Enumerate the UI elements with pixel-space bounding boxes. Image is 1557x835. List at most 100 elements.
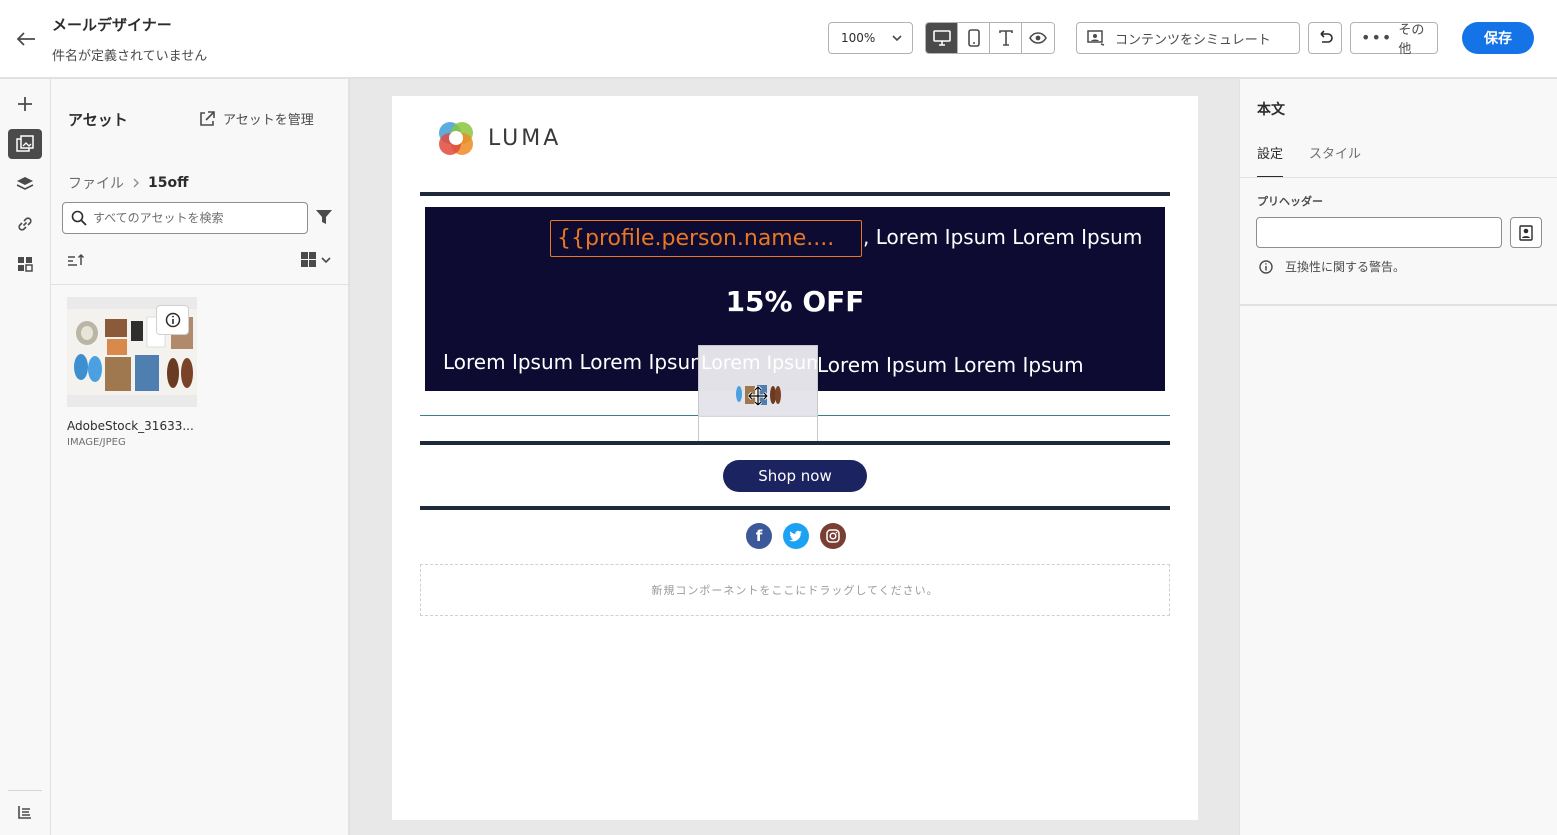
manage-assets-label: アセットを管理	[223, 113, 314, 128]
asset-thumbnail[interactable]	[67, 297, 197, 407]
drag-ghost-text: Lorem Ipsum	[701, 352, 817, 374]
properties-divider	[1240, 177, 1557, 178]
view-desktop-button[interactable]	[926, 23, 958, 53]
component-drop-zone[interactable]: 新規コンポーネントをここにドラッグしてください。	[420, 564, 1170, 616]
personalization-button[interactable]	[1510, 217, 1542, 248]
open-external-icon	[200, 110, 215, 126]
zoom-select[interactable]: 100%	[828, 22, 913, 54]
facebook-icon[interactable]: f	[746, 523, 772, 549]
twitter-bird-glyph	[789, 530, 802, 542]
sort-button[interactable]	[67, 252, 85, 271]
filter-button[interactable]	[315, 208, 333, 230]
save-button[interactable]: 保存	[1462, 22, 1534, 54]
asset-type: IMAGE/JPEG	[67, 437, 126, 448]
properties-panel: 本文 設定 スタイル プリヘッダー 互換性に関する警告。	[1239, 79, 1557, 835]
layers-icon	[16, 177, 34, 190]
simulate-content-button[interactable]: コンテンツをシミュレート	[1076, 22, 1300, 54]
view-preview-button[interactable]	[1022, 23, 1054, 53]
tab-settings[interactable]: 設定	[1257, 143, 1284, 178]
add-component-button[interactable]	[8, 89, 42, 119]
preheader-input[interactable]	[1256, 217, 1502, 248]
view-mode-group	[925, 22, 1055, 54]
shop-now-button[interactable]: Shop now	[723, 460, 867, 492]
asset-search	[62, 202, 308, 234]
info-icon	[165, 312, 180, 328]
plus-icon	[18, 97, 32, 111]
info-icon	[1259, 259, 1273, 274]
layers-button[interactable]	[8, 169, 42, 199]
personalization-token[interactable]: {{profile.person.name....	[550, 220, 862, 257]
chevron-down-icon	[892, 35, 902, 42]
properties-title: 本文	[1257, 102, 1285, 118]
view-mobile-button[interactable]	[958, 23, 990, 53]
grid-icon	[301, 252, 316, 267]
assets-divider	[51, 284, 348, 285]
asset-info-button[interactable]	[156, 305, 189, 335]
view-text-button[interactable]	[990, 23, 1022, 53]
app-header: メールデザイナー 件名が定義されていません 100% コンテンツをシミュレート …	[0, 0, 1557, 79]
assets-panel: アセット アセットを管理 ファイル 15off すべてのアセットを検索 Adob…	[51, 79, 350, 835]
move-cursor-icon	[748, 386, 768, 406]
asset-name: AdobeStock_31633...	[67, 419, 194, 433]
desktop-icon	[932, 30, 951, 46]
assets-icon	[16, 135, 34, 152]
body-text-right[interactable]: Lorem Ipsum Lorem Ipsum	[817, 353, 1084, 377]
offer-headline[interactable]: 15% OFF	[425, 285, 1165, 318]
drag-ghost-divider	[699, 416, 817, 417]
asset-search-input[interactable]	[93, 211, 293, 225]
link-icon	[18, 217, 32, 231]
chevron-right-icon	[133, 178, 139, 188]
divider-top[interactable]	[420, 192, 1170, 196]
fragments-icon	[18, 257, 33, 272]
chevron-down-icon	[321, 256, 331, 263]
properties-section-divider	[1240, 304, 1557, 306]
instagram-glyph	[826, 529, 840, 543]
filter-icon	[316, 210, 332, 224]
zoom-value: 100%	[841, 31, 876, 45]
asset-card[interactable]: AdobeStock_31633... IMAGE/JPEG	[67, 297, 197, 448]
text-icon	[998, 30, 1013, 46]
mobile-icon	[967, 29, 980, 47]
twitter-icon[interactable]	[783, 523, 809, 549]
compatibility-warning[interactable]: 互換性に関する警告。	[1259, 258, 1405, 275]
search-icon	[71, 210, 87, 226]
more-label: その他	[1398, 23, 1425, 57]
brand-logo[interactable]: LUMA	[436, 118, 561, 158]
body-text-left[interactable]: Lorem Ipsum Lorem Ipsum	[443, 350, 710, 374]
preheader-label: プリヘッダー	[1257, 195, 1323, 208]
breadcrumb: ファイル 15off	[68, 173, 188, 193]
social-links: f	[746, 523, 846, 549]
compatibility-warning-text: 互換性に関する警告。	[1285, 260, 1406, 274]
undo-icon	[1320, 30, 1333, 43]
email-body[interactable]: LUMA {{profile.person.name.... , Lorem I…	[392, 96, 1198, 820]
luma-logo-icon	[439, 122, 473, 155]
breadcrumb-current: 15off	[148, 175, 189, 191]
assets-title: アセット	[68, 111, 128, 129]
divider-bottom[interactable]	[420, 506, 1170, 510]
personalization-icon	[1519, 224, 1533, 241]
undo-button[interactable]	[1308, 22, 1342, 54]
greeting-text[interactable]: , Lorem Ipsum Lorem Ipsum	[863, 225, 1142, 249]
subject-status: 件名が定義されていません	[52, 49, 208, 64]
assets-button[interactable]	[8, 129, 42, 159]
editor-canvas: LUMA {{profile.person.name.... , Lorem I…	[350, 79, 1239, 835]
back-button[interactable]	[12, 25, 40, 53]
simulate-icon	[1087, 30, 1105, 46]
links-button[interactable]	[8, 209, 42, 239]
eye-icon	[1029, 32, 1047, 44]
tab-style[interactable]: スタイル	[1309, 143, 1361, 178]
breadcrumb-root[interactable]: ファイル	[68, 173, 124, 193]
history-button[interactable]	[8, 797, 42, 827]
simulate-label: コンテンツをシミュレート	[1115, 32, 1271, 48]
history-icon	[18, 806, 31, 819]
properties-tabs: 設定 スタイル	[1257, 143, 1361, 178]
instagram-icon[interactable]	[820, 523, 846, 549]
fragments-button[interactable]	[8, 249, 42, 279]
page-title: メールデザイナー	[52, 16, 172, 34]
divider-middle[interactable]	[420, 441, 1170, 445]
view-grid-toggle[interactable]	[300, 251, 332, 268]
manage-assets-link[interactable]: アセットを管理	[199, 109, 314, 128]
arrow-left-icon	[16, 32, 35, 46]
more-button[interactable]: ••• その他	[1350, 22, 1438, 57]
more-icon: •••	[1361, 28, 1393, 47]
